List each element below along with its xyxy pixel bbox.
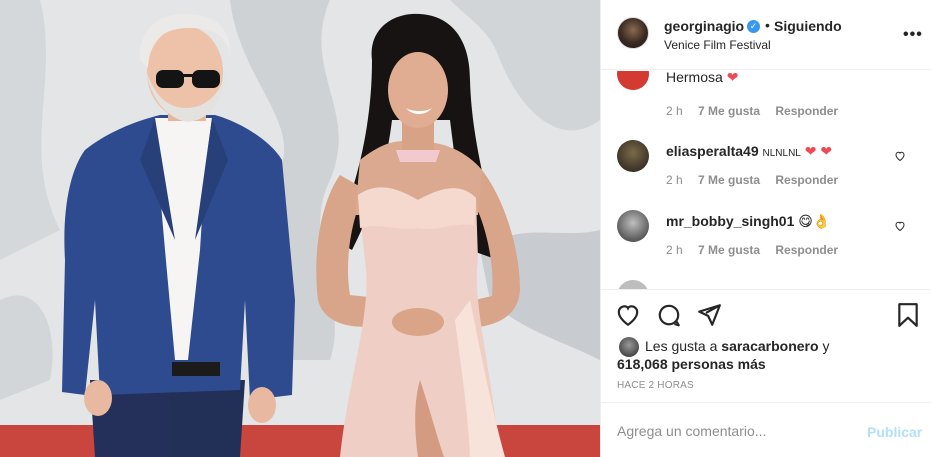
reply-button[interactable]: Responder [775, 173, 838, 187]
comment-avatar[interactable] [617, 140, 649, 172]
likes-conjunction: y [822, 338, 830, 354]
comment-avatar[interactable] [617, 71, 649, 90]
post-header: georginagio ✓ • Siguiendo Venice Film Fe… [601, 0, 931, 70]
like-comment-heart-icon[interactable] [894, 150, 906, 162]
share-icon[interactable] [696, 302, 722, 328]
like-comment-heart-icon[interactable] [894, 220, 906, 232]
likes-count[interactable]: 618,068 personas más [617, 356, 766, 372]
verified-badge-icon: ✓ [747, 20, 760, 33]
post-actions: Les gusta a saracarbonero y 618,068 pers… [601, 289, 931, 399]
comment-likes[interactable]: 7 Me gusta [698, 104, 760, 118]
comment-likes[interactable]: 7 Me gusta [698, 173, 760, 187]
comment-username[interactable]: eliasperalta49 [666, 143, 759, 159]
comment-text: Hermosa [666, 71, 723, 85]
more-horizontal-icon[interactable]: ••• [903, 26, 923, 44]
comments-list[interactable]: Hermosa ❤ 2 h 7 Me gusta Responder elias… [601, 71, 931, 289]
post-side-panel: georginagio ✓ • Siguiendo Venice Film Fe… [600, 0, 931, 457]
liker-username[interactable]: saracarbonero [721, 338, 818, 354]
post-photo[interactable] [0, 0, 600, 457]
reply-button[interactable]: Responder [775, 104, 838, 118]
comment-time[interactable]: 2 h [666, 243, 683, 257]
comment-avatar[interactable] [617, 280, 649, 289]
heart-emoji: ❤ [726, 71, 739, 85]
heart-icon[interactable] [615, 302, 641, 328]
emoji-text: 😋👌 [798, 213, 831, 229]
post-timestamp[interactable]: HACE 2 HORAS [617, 380, 694, 391]
comment-avatar[interactable] [617, 210, 649, 242]
separator-dot: • [765, 17, 770, 33]
author-username[interactable]: georginagio [664, 18, 744, 34]
comment-likes[interactable]: 7 Me gusta [698, 243, 760, 257]
comment-meta: 2 h 7 Me gusta Responder [666, 243, 850, 257]
comment-time[interactable]: 2 h [666, 104, 683, 118]
comment-meta: 2 h 7 Me gusta Responder [666, 173, 850, 187]
post-image [0, 0, 600, 457]
heart-emoji: ❤ ❤ [804, 143, 833, 159]
publish-button[interactable]: Publicar [867, 424, 922, 440]
bookmark-icon[interactable] [895, 302, 921, 328]
comment-username[interactable]: mr_bobby_singh01 [666, 213, 794, 229]
add-comment-bar: Publicar [601, 402, 931, 457]
comment-meta: 2 h 7 Me gusta Responder [666, 104, 850, 118]
comment-icon[interactable] [656, 302, 682, 328]
author-avatar[interactable] [617, 17, 649, 49]
likes-prefix: Les gusta a [645, 338, 718, 354]
comment-text: NLNLNL [762, 148, 801, 159]
likes-summary: Les gusta a saracarbonero y [645, 338, 829, 354]
comment-input[interactable] [617, 421, 847, 441]
post-location[interactable]: Venice Film Festival [664, 38, 771, 52]
liker-avatar[interactable] [619, 337, 639, 357]
follow-status-button[interactable]: Siguiendo [774, 18, 842, 34]
comment-time[interactable]: 2 h [666, 173, 683, 187]
reply-button[interactable]: Responder [775, 243, 838, 257]
